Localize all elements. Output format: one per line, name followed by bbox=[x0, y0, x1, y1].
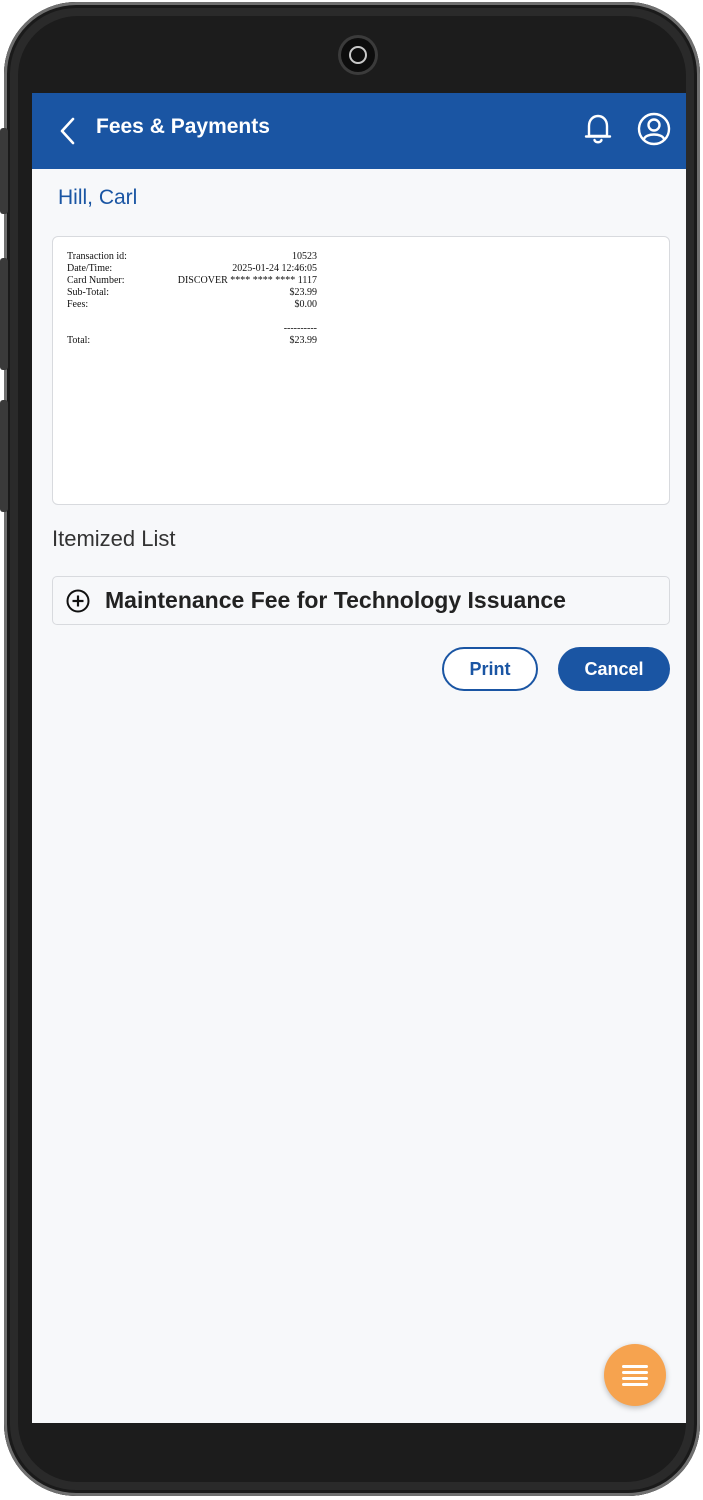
receipt-value: $23.99 bbox=[289, 287, 318, 298]
receipt-value: DISCOVER **** **** **** 1117 bbox=[177, 275, 317, 286]
receipt-row-datetime: Date/Time: 2025-01-24 12:46:05 bbox=[67, 263, 317, 275]
app-header: Fees & Payments bbox=[32, 93, 686, 169]
receipt-label: Fees: bbox=[67, 299, 89, 310]
phone-volume-down-button bbox=[0, 400, 8, 512]
app-screen: Fees & Payments Hill, Carl Transaction i… bbox=[32, 93, 686, 1423]
receipt-value: 10523 bbox=[292, 251, 317, 262]
receipt-label: Date/Time: bbox=[67, 263, 113, 274]
receipt-row-card: Card Number: DISCOVER **** **** **** 111… bbox=[67, 275, 317, 287]
bell-icon[interactable] bbox=[583, 111, 613, 147]
receipt-details: Transaction id: 10523 Date/Time: 2025-01… bbox=[67, 251, 317, 347]
receipt-row-subtotal: Sub-Total: $23.99 bbox=[67, 287, 317, 299]
receipt-value: $0.00 bbox=[294, 299, 318, 310]
receipt-row-total: Total: $23.99 bbox=[67, 335, 317, 347]
receipt-value: $23.99 bbox=[289, 335, 318, 346]
receipt-label: Total: bbox=[67, 335, 91, 346]
page-title: Fees & Payments bbox=[96, 115, 270, 138]
menu-fab-button[interactable] bbox=[604, 1344, 666, 1406]
chevron-left-icon[interactable] bbox=[56, 113, 80, 149]
receipt-card: Transaction id: 10523 Date/Time: 2025-01… bbox=[52, 236, 670, 505]
print-button[interactable]: Print bbox=[442, 647, 538, 691]
front-camera bbox=[341, 38, 375, 72]
phone-side-button bbox=[0, 128, 8, 214]
receipt-divider: ---------- bbox=[283, 323, 317, 334]
account-icon[interactable] bbox=[636, 111, 672, 147]
receipt-value: 2025-01-24 12:46:05 bbox=[232, 263, 317, 274]
plus-circle-icon[interactable] bbox=[66, 589, 90, 613]
phone-volume-up-button bbox=[0, 258, 8, 370]
itemized-list-title: Itemized List bbox=[52, 526, 176, 551]
cancel-button[interactable]: Cancel bbox=[558, 647, 670, 691]
itemized-list-item[interactable]: Maintenance Fee for Technology Issuance bbox=[52, 576, 670, 625]
receipt-label: Transaction id: bbox=[67, 251, 127, 262]
itemized-item-label: Maintenance Fee for Technology Issuance bbox=[105, 587, 566, 613]
menu-icon bbox=[622, 1365, 648, 1386]
receipt-row-divider: ---------- bbox=[67, 323, 317, 335]
customer-name: Hill, Carl bbox=[58, 186, 138, 209]
receipt-row-fees: Fees: $0.00 bbox=[67, 299, 317, 311]
receipt-label: Card Number: bbox=[67, 275, 125, 286]
receipt-spacer bbox=[67, 311, 317, 323]
receipt-label: Sub-Total: bbox=[67, 287, 110, 298]
receipt-row-transaction: Transaction id: 10523 bbox=[67, 251, 317, 263]
